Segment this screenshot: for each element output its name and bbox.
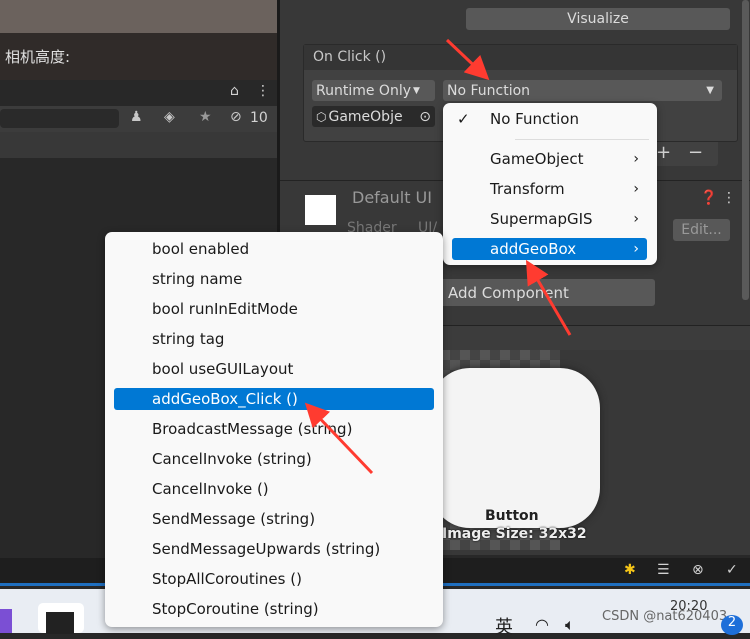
arrow-to-click-method xyxy=(304,402,374,475)
annotation-arrows xyxy=(304,38,572,475)
arrow-to-function-dropdown xyxy=(445,38,490,81)
arrow-to-addgeobox xyxy=(525,259,572,336)
